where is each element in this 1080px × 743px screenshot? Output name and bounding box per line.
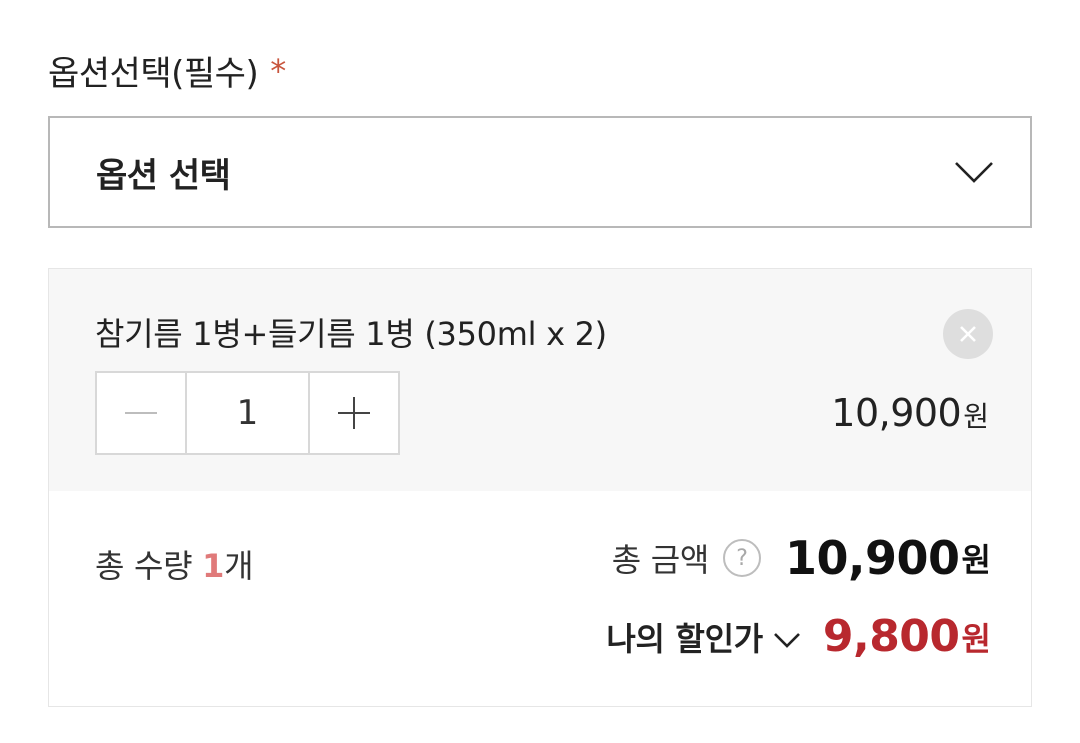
discount-amount-unit: 원	[961, 619, 991, 658]
chevron-down-icon	[955, 162, 993, 183]
item-price-unit: 원	[963, 400, 989, 433]
total-qty-count: 1	[202, 547, 225, 585]
minus-icon	[125, 412, 157, 414]
item-name: 참기름 1병+들기름 1병 (350ml x 2)	[95, 315, 607, 353]
total-amount-value: 10,900	[785, 531, 960, 585]
total-qty-suffix: 개	[224, 547, 254, 585]
remove-item-button[interactable]	[943, 309, 993, 359]
option-select-dropdown[interactable]: 옵션 선택	[48, 116, 1032, 228]
option-section-label: 옵션선택(필수) *	[48, 46, 286, 95]
plus-icon	[338, 397, 370, 429]
discount-price-row: 나의 할인가 9,800 원	[606, 611, 991, 662]
total-quantity: 총 수량 1개	[95, 541, 254, 587]
discount-chevron-down-icon[interactable]	[773, 631, 801, 649]
decrease-button[interactable]	[97, 373, 185, 453]
quantity-stepper: 1	[95, 371, 400, 455]
option-select-label: 옵션 선택	[96, 155, 231, 196]
selected-item-box: 참기름 1병+들기름 1병 (350ml x 2) 1 10,900 원	[48, 268, 1032, 492]
help-icon[interactable]: ?	[723, 539, 762, 577]
discount-amount-value: 9,800	[822, 611, 960, 662]
discount-label: 나의 할인가	[606, 619, 763, 658]
total-amount-row: 총 금액 ? 10,900 원	[612, 531, 991, 585]
total-amount-label: 총 금액	[611, 541, 710, 579]
required-mark: *	[270, 51, 286, 90]
close-icon	[960, 326, 976, 342]
increase-button[interactable]	[310, 373, 398, 453]
item-price: 10,900 원	[831, 391, 989, 435]
total-amount-unit: 원	[961, 541, 991, 579]
item-price-amount: 10,900	[831, 391, 962, 435]
option-label-text: 옵션선택(필수)	[48, 54, 259, 94]
quantity-value[interactable]: 1	[185, 373, 310, 453]
order-summary: 총 수량 1개 총 금액 ? 10,900 원 나의 할인가 9,800 원	[48, 491, 1032, 707]
total-qty-prefix: 총 수량	[95, 547, 193, 585]
